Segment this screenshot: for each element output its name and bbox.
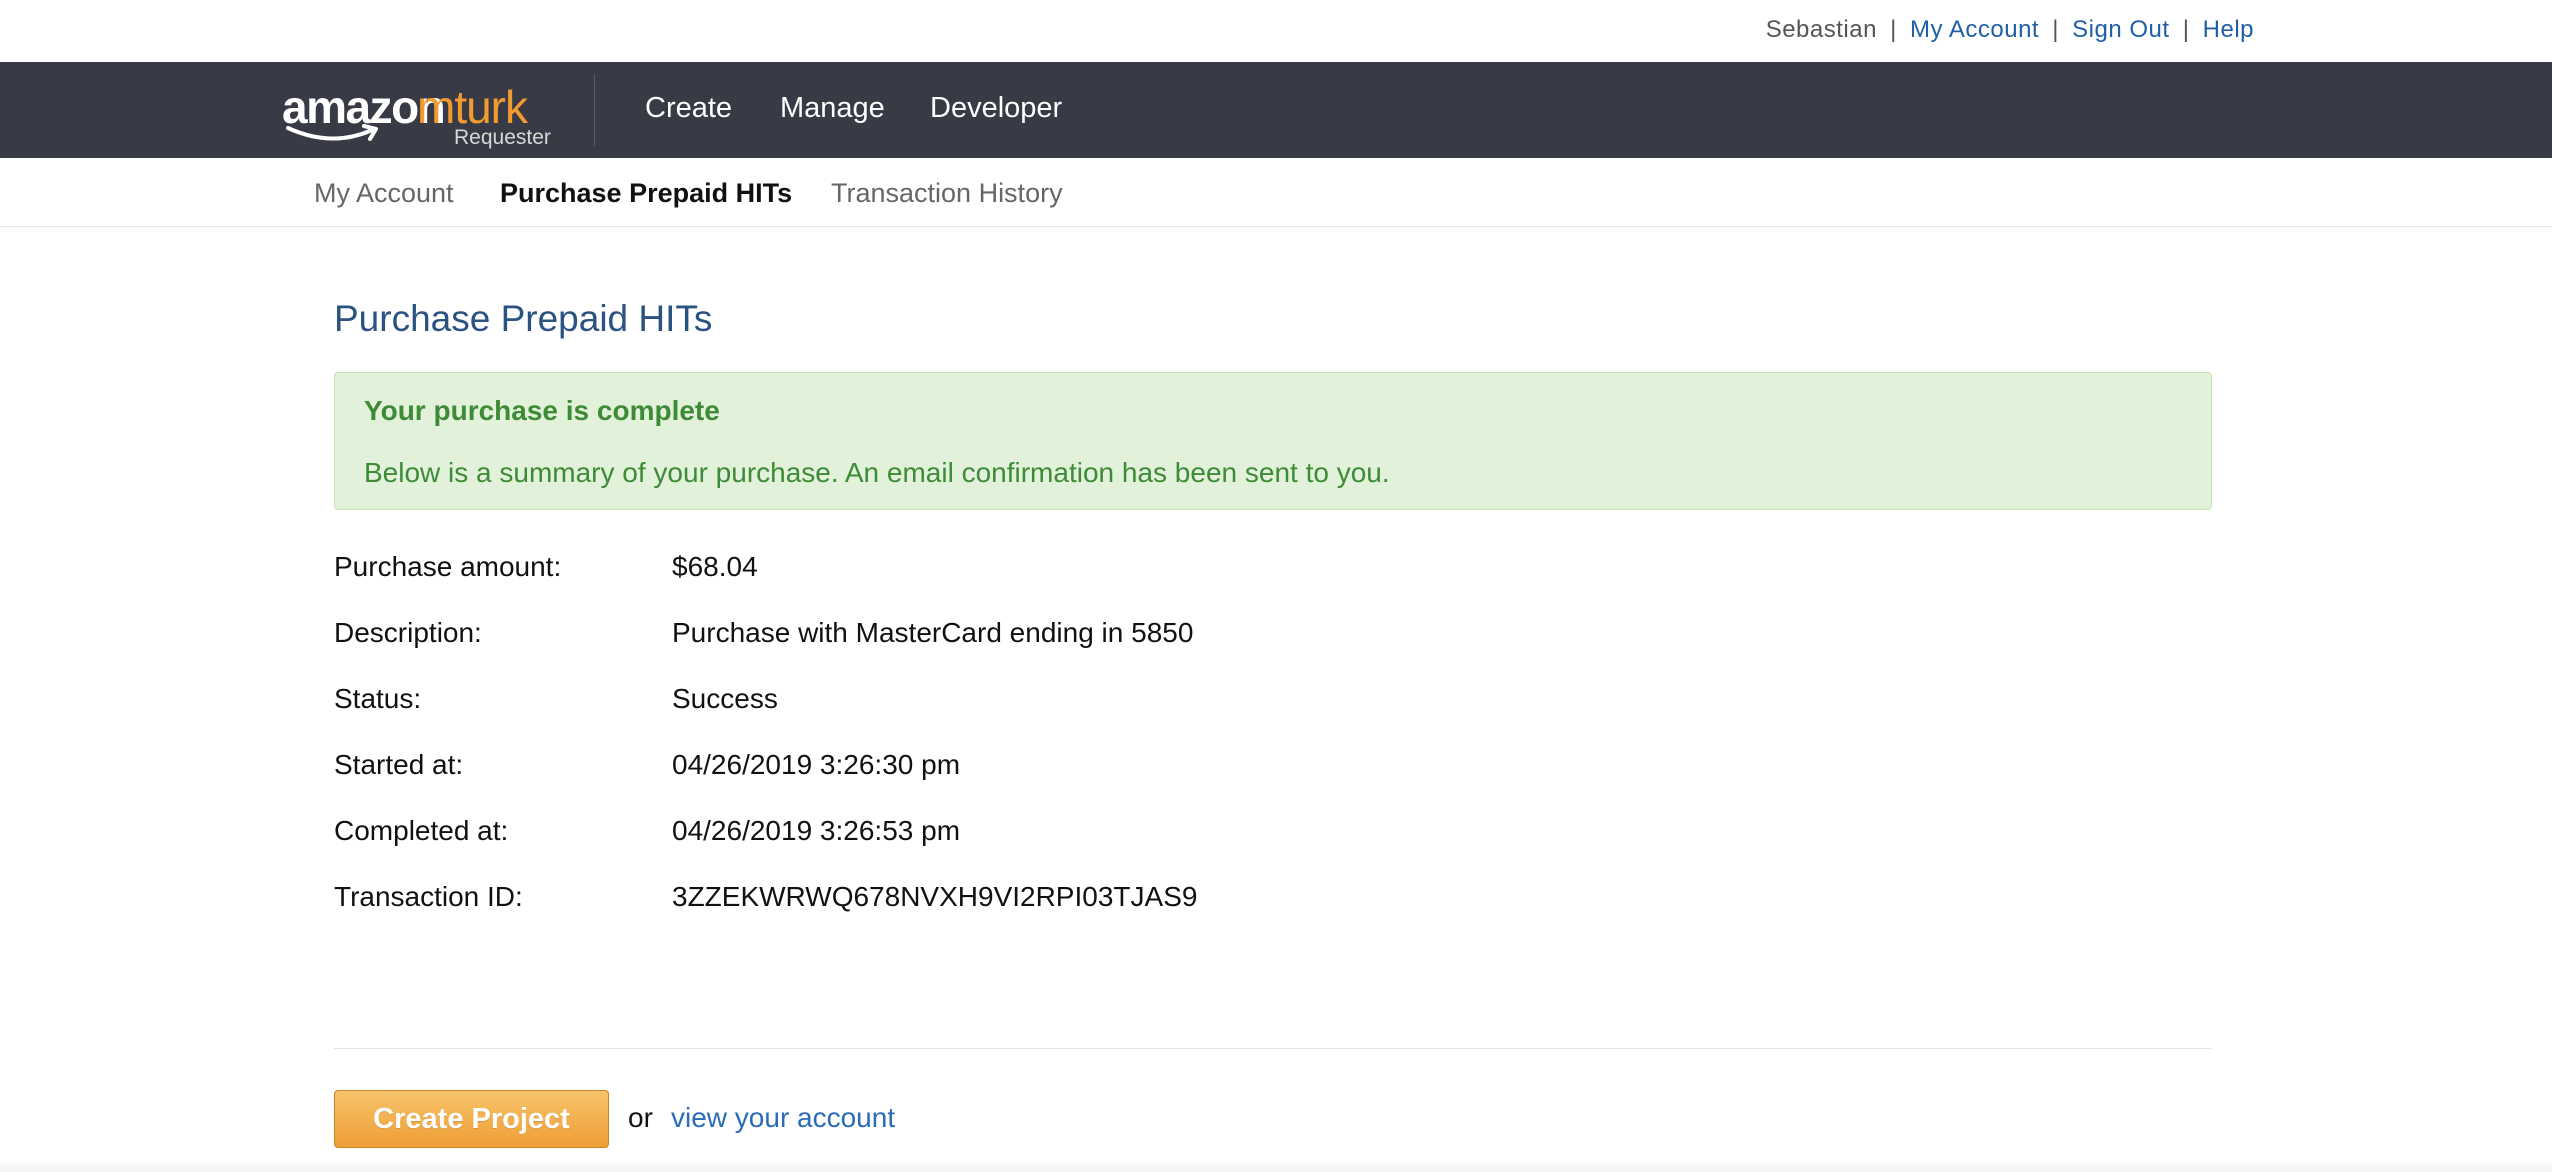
page-title: Purchase Prepaid HITs bbox=[334, 298, 713, 339]
detail-row-status: Status: Success bbox=[334, 683, 1734, 723]
detail-value: $68.04 bbox=[672, 551, 758, 582]
success-alert: Your purchase is complete Below is a sum… bbox=[334, 372, 2212, 510]
detail-value: Success bbox=[672, 683, 778, 714]
detail-value: 04/26/2019 3:26:30 pm bbox=[672, 749, 961, 780]
account-links: Sebastian | My Account | Sign Out | Help bbox=[1766, 16, 2254, 44]
separator: | bbox=[2052, 16, 2059, 43]
alert-body: Below is a summary of your purchase. An … bbox=[364, 457, 1390, 488]
detail-label: Transaction ID: bbox=[334, 881, 523, 912]
detail-row-transaction-id: Transaction ID: 3ZZEKWRWQ678NVXH9VI2RPI0… bbox=[334, 881, 1734, 921]
mturk-logo[interactable]: amazon mturk Requester bbox=[282, 80, 551, 149]
nav-create[interactable]: Create bbox=[645, 92, 732, 125]
detail-label: Started at: bbox=[334, 749, 464, 780]
detail-value: Purchase with MasterCard ending in 5850 bbox=[672, 617, 1194, 648]
detail-label: Purchase amount: bbox=[334, 551, 562, 582]
detail-row-description: Description: Purchase with MasterCard en… bbox=[334, 617, 1734, 657]
nav-divider bbox=[594, 74, 595, 146]
create-project-button[interactable]: Create Project bbox=[334, 1090, 609, 1148]
detail-row-started: Started at: 04/26/2019 3:26:30 pm bbox=[334, 749, 1734, 789]
main-nav-bar: amazon mturk Requester Create Manage Dev… bbox=[0, 62, 2552, 158]
help-link[interactable]: Help bbox=[2203, 16, 2254, 43]
top-utility-bar: Sebastian | My Account | Sign Out | Help bbox=[0, 0, 2552, 62]
or-text: or bbox=[628, 1102, 653, 1133]
nav-manage[interactable]: Manage bbox=[780, 92, 885, 125]
detail-label: Status: bbox=[334, 683, 422, 714]
logo-requester-text: Requester bbox=[454, 126, 551, 149]
separator: | bbox=[2182, 16, 2190, 43]
alert-title: Your purchase is complete bbox=[364, 395, 720, 426]
view-account-link[interactable]: view your account bbox=[671, 1102, 895, 1134]
page-bottom-shade bbox=[0, 1160, 2552, 1172]
section-divider bbox=[334, 1048, 2212, 1049]
detail-row-completed: Completed at: 04/26/2019 3:26:53 pm bbox=[334, 815, 1734, 855]
my-account-link[interactable]: My Account bbox=[1910, 16, 2039, 43]
sign-out-link[interactable]: Sign Out bbox=[2072, 16, 2169, 43]
separator: | bbox=[1890, 16, 1897, 43]
detail-label: Description: bbox=[334, 617, 482, 648]
detail-value: 3ZZEKWRWQ678NVXH9VI2RPI03TJAS9 bbox=[672, 881, 1198, 912]
detail-row-amount: Purchase amount: $68.04 bbox=[334, 551, 1734, 591]
detail-value: 04/26/2019 3:26:53 pm bbox=[672, 815, 961, 846]
subnav-purchase-prepaid-hits[interactable]: Purchase Prepaid HITs bbox=[500, 178, 792, 209]
user-name: Sebastian bbox=[1765, 16, 1877, 43]
sub-nav: My Account Purchase Prepaid HITs Transac… bbox=[0, 158, 2552, 227]
amazon-smile-icon bbox=[286, 124, 378, 141]
nav-developer[interactable]: Developer bbox=[930, 92, 1062, 125]
subnav-my-account[interactable]: My Account bbox=[314, 178, 454, 209]
subnav-transaction-history[interactable]: Transaction History bbox=[831, 178, 1063, 209]
detail-label: Completed at: bbox=[334, 815, 509, 846]
